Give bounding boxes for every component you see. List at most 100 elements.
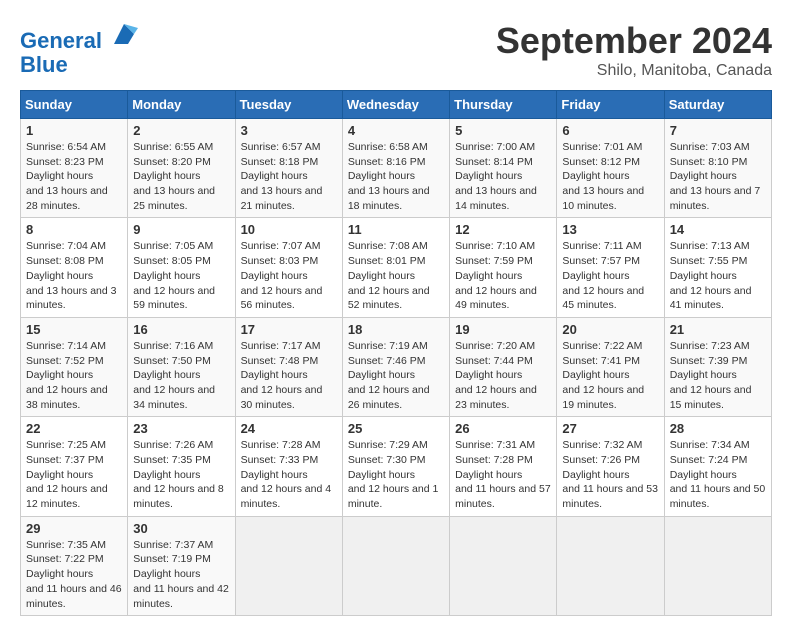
day-detail: Sunrise: 7:08 AMSunset: 8:01 PMDaylight …	[348, 239, 444, 312]
logo-blue: Blue	[20, 53, 138, 77]
calendar-cell: 2 Sunrise: 6:55 AMSunset: 8:20 PMDayligh…	[128, 119, 235, 218]
day-number: 28	[670, 421, 766, 436]
weekday-header: Friday	[557, 91, 664, 119]
calendar-week-row: 15 Sunrise: 7:14 AMSunset: 7:52 PMDaylig…	[21, 317, 772, 416]
weekday-header: Sunday	[21, 91, 128, 119]
weekday-header: Wednesday	[342, 91, 449, 119]
day-detail: Sunrise: 7:26 AMSunset: 7:35 PMDaylight …	[133, 438, 229, 511]
calendar-cell: 19 Sunrise: 7:20 AMSunset: 7:44 PMDaylig…	[450, 317, 557, 416]
day-number: 11	[348, 222, 444, 237]
calendar-week-row: 22 Sunrise: 7:25 AMSunset: 7:37 PMDaylig…	[21, 417, 772, 516]
weekday-header-row: SundayMondayTuesdayWednesdayThursdayFrid…	[21, 91, 772, 119]
day-number: 23	[133, 421, 229, 436]
month-title: September 2024	[496, 20, 772, 62]
calendar-week-row: 8 Sunrise: 7:04 AMSunset: 8:08 PMDayligh…	[21, 218, 772, 317]
weekday-header: Monday	[128, 91, 235, 119]
day-number: 20	[562, 322, 658, 337]
day-number: 2	[133, 123, 229, 138]
day-number: 22	[26, 421, 122, 436]
day-detail: Sunrise: 7:35 AMSunset: 7:22 PMDaylight …	[26, 538, 122, 611]
logo: General Blue	[20, 20, 138, 77]
calendar-cell: 27 Sunrise: 7:32 AMSunset: 7:26 PMDaylig…	[557, 417, 664, 516]
day-detail: Sunrise: 7:23 AMSunset: 7:39 PMDaylight …	[670, 339, 766, 412]
calendar-cell: 20 Sunrise: 7:22 AMSunset: 7:41 PMDaylig…	[557, 317, 664, 416]
calendar-cell: 7 Sunrise: 7:03 AMSunset: 8:10 PMDayligh…	[664, 119, 771, 218]
logo-text: General	[20, 20, 138, 53]
day-detail: Sunrise: 7:28 AMSunset: 7:33 PMDaylight …	[241, 438, 337, 511]
weekday-header: Tuesday	[235, 91, 342, 119]
day-number: 3	[241, 123, 337, 138]
calendar-cell: 5 Sunrise: 7:00 AMSunset: 8:14 PMDayligh…	[450, 119, 557, 218]
calendar-cell	[342, 516, 449, 615]
day-number: 25	[348, 421, 444, 436]
calendar-cell: 4 Sunrise: 6:58 AMSunset: 8:16 PMDayligh…	[342, 119, 449, 218]
calendar-cell: 25 Sunrise: 7:29 AMSunset: 7:30 PMDaylig…	[342, 417, 449, 516]
page-header: General Blue September 2024 Shilo, Manit…	[20, 20, 772, 80]
day-number: 17	[241, 322, 337, 337]
calendar-cell: 10 Sunrise: 7:07 AMSunset: 8:03 PMDaylig…	[235, 218, 342, 317]
day-detail: Sunrise: 6:57 AMSunset: 8:18 PMDaylight …	[241, 140, 337, 213]
day-number: 9	[133, 222, 229, 237]
day-number: 27	[562, 421, 658, 436]
calendar-cell: 8 Sunrise: 7:04 AMSunset: 8:08 PMDayligh…	[21, 218, 128, 317]
calendar-cell: 28 Sunrise: 7:34 AMSunset: 7:24 PMDaylig…	[664, 417, 771, 516]
calendar-cell: 6 Sunrise: 7:01 AMSunset: 8:12 PMDayligh…	[557, 119, 664, 218]
weekday-header: Thursday	[450, 91, 557, 119]
calendar-cell: 17 Sunrise: 7:17 AMSunset: 7:48 PMDaylig…	[235, 317, 342, 416]
calendar-cell: 22 Sunrise: 7:25 AMSunset: 7:37 PMDaylig…	[21, 417, 128, 516]
title-block: September 2024 Shilo, Manitoba, Canada	[496, 20, 772, 80]
calendar-week-row: 1 Sunrise: 6:54 AMSunset: 8:23 PMDayligh…	[21, 119, 772, 218]
day-detail: Sunrise: 7:34 AMSunset: 7:24 PMDaylight …	[670, 438, 766, 511]
day-number: 26	[455, 421, 551, 436]
calendar-cell: 21 Sunrise: 7:23 AMSunset: 7:39 PMDaylig…	[664, 317, 771, 416]
calendar-cell: 24 Sunrise: 7:28 AMSunset: 7:33 PMDaylig…	[235, 417, 342, 516]
calendar-cell: 1 Sunrise: 6:54 AMSunset: 8:23 PMDayligh…	[21, 119, 128, 218]
calendar-week-row: 29 Sunrise: 7:35 AMSunset: 7:22 PMDaylig…	[21, 516, 772, 615]
day-number: 16	[133, 322, 229, 337]
calendar-cell: 11 Sunrise: 7:08 AMSunset: 8:01 PMDaylig…	[342, 218, 449, 317]
calendar-cell	[235, 516, 342, 615]
day-detail: Sunrise: 7:29 AMSunset: 7:30 PMDaylight …	[348, 438, 444, 511]
day-detail: Sunrise: 7:32 AMSunset: 7:26 PMDaylight …	[562, 438, 658, 511]
day-detail: Sunrise: 7:07 AMSunset: 8:03 PMDaylight …	[241, 239, 337, 312]
day-detail: Sunrise: 7:37 AMSunset: 7:19 PMDaylight …	[133, 538, 229, 611]
day-number: 1	[26, 123, 122, 138]
calendar-cell: 30 Sunrise: 7:37 AMSunset: 7:19 PMDaylig…	[128, 516, 235, 615]
day-detail: Sunrise: 7:16 AMSunset: 7:50 PMDaylight …	[133, 339, 229, 412]
calendar-cell: 14 Sunrise: 7:13 AMSunset: 7:55 PMDaylig…	[664, 218, 771, 317]
day-number: 29	[26, 521, 122, 536]
day-number: 30	[133, 521, 229, 536]
calendar-cell: 29 Sunrise: 7:35 AMSunset: 7:22 PMDaylig…	[21, 516, 128, 615]
day-number: 5	[455, 123, 551, 138]
weekday-header: Saturday	[664, 91, 771, 119]
day-number: 19	[455, 322, 551, 337]
calendar-cell	[557, 516, 664, 615]
day-detail: Sunrise: 7:31 AMSunset: 7:28 PMDaylight …	[455, 438, 551, 511]
day-number: 6	[562, 123, 658, 138]
day-detail: Sunrise: 7:10 AMSunset: 7:59 PMDaylight …	[455, 239, 551, 312]
day-number: 14	[670, 222, 766, 237]
day-number: 13	[562, 222, 658, 237]
day-detail: Sunrise: 7:00 AMSunset: 8:14 PMDaylight …	[455, 140, 551, 213]
day-detail: Sunrise: 7:01 AMSunset: 8:12 PMDaylight …	[562, 140, 658, 213]
day-number: 18	[348, 322, 444, 337]
day-detail: Sunrise: 7:20 AMSunset: 7:44 PMDaylight …	[455, 339, 551, 412]
day-number: 12	[455, 222, 551, 237]
calendar-cell	[450, 516, 557, 615]
day-number: 8	[26, 222, 122, 237]
day-detail: Sunrise: 7:13 AMSunset: 7:55 PMDaylight …	[670, 239, 766, 312]
day-detail: Sunrise: 7:04 AMSunset: 8:08 PMDaylight …	[26, 239, 122, 312]
day-detail: Sunrise: 7:14 AMSunset: 7:52 PMDaylight …	[26, 339, 122, 412]
day-detail: Sunrise: 7:25 AMSunset: 7:37 PMDaylight …	[26, 438, 122, 511]
day-number: 15	[26, 322, 122, 337]
calendar-cell: 13 Sunrise: 7:11 AMSunset: 7:57 PMDaylig…	[557, 218, 664, 317]
calendar-table: SundayMondayTuesdayWednesdayThursdayFrid…	[20, 90, 772, 616]
logo-icon	[110, 20, 138, 48]
calendar-cell	[664, 516, 771, 615]
day-number: 24	[241, 421, 337, 436]
calendar-cell: 12 Sunrise: 7:10 AMSunset: 7:59 PMDaylig…	[450, 218, 557, 317]
calendar-cell: 26 Sunrise: 7:31 AMSunset: 7:28 PMDaylig…	[450, 417, 557, 516]
calendar-cell: 9 Sunrise: 7:05 AMSunset: 8:05 PMDayligh…	[128, 218, 235, 317]
location-title: Shilo, Manitoba, Canada	[496, 62, 772, 80]
day-number: 21	[670, 322, 766, 337]
